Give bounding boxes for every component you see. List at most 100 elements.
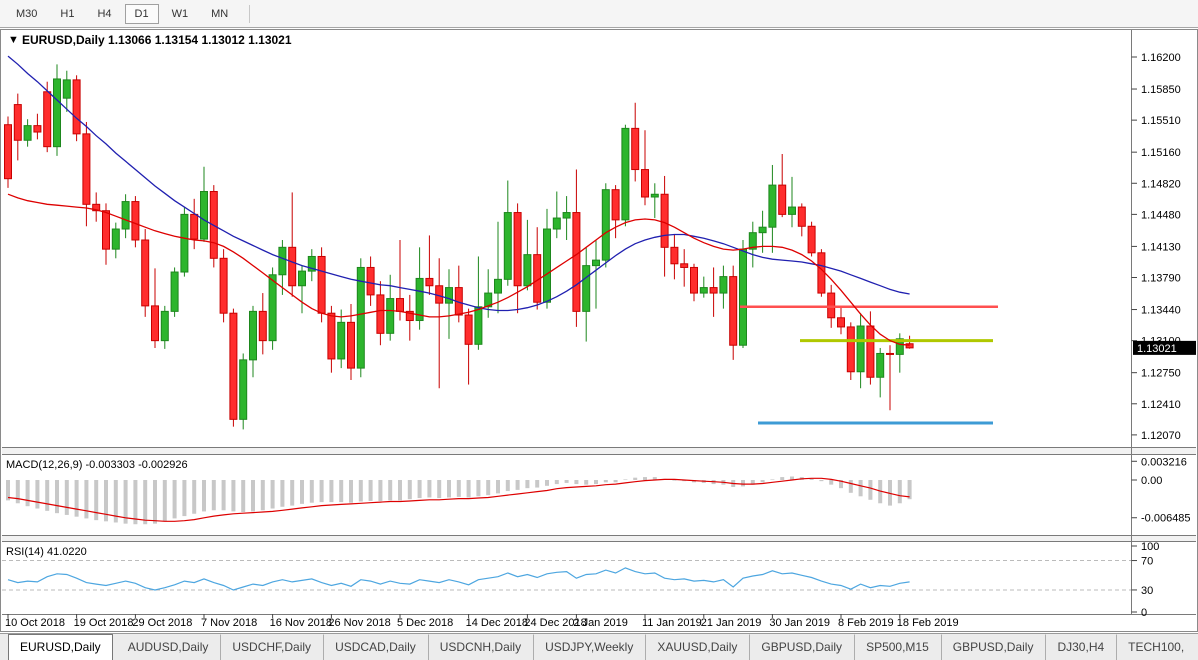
candle — [93, 192, 100, 221]
candle — [720, 266, 727, 309]
date-axis-label: 11 Jan 2019 — [642, 617, 702, 629]
macd-axis-label: 0.00 — [1141, 475, 1162, 487]
candle — [847, 322, 854, 380]
macd-histogram-bar — [300, 480, 304, 504]
timeframe-m30[interactable]: M30 — [6, 4, 47, 24]
tab-dj30-h4[interactable]: DJ30,H4 — [1045, 634, 1116, 660]
candle — [681, 249, 688, 287]
candle-body — [201, 192, 208, 240]
candle-body — [446, 288, 453, 304]
macd-histogram-bar — [94, 480, 98, 520]
macd-histogram-bar — [290, 480, 294, 506]
candle — [475, 256, 482, 349]
timeframe-h4[interactable]: H4 — [87, 4, 121, 24]
candle-body — [377, 295, 384, 333]
rsi-axis-label: 70 — [1141, 556, 1153, 568]
candle — [818, 249, 825, 297]
tab-usdcnh-daily[interactable]: USDCNH,Daily — [428, 634, 533, 660]
timeframe-mn[interactable]: MN — [201, 4, 238, 24]
candle-body — [877, 353, 884, 377]
candle — [34, 114, 41, 140]
candle-body — [838, 318, 845, 327]
macd-histogram-bar — [565, 480, 569, 483]
candle — [181, 207, 188, 277]
macd-histogram-bar — [84, 480, 88, 518]
candle-body — [230, 313, 237, 419]
macd-histogram-bar — [447, 480, 451, 497]
candle — [769, 165, 776, 253]
candle — [73, 75, 80, 141]
candle-body — [240, 360, 247, 419]
candle — [779, 154, 786, 217]
date-axis-label: 21 Jan 2019 — [701, 617, 762, 629]
macd-histogram-bar — [202, 480, 206, 511]
chart-labels: ▼EURUSD,Daily 1.13066 1.13154 1.13012 1.… — [6, 33, 1196, 558]
candle — [838, 308, 845, 335]
candle-body — [318, 256, 325, 313]
price-axis-label: 1.13790 — [1141, 273, 1181, 285]
macd-histogram-bar — [623, 479, 627, 480]
candle-body — [465, 315, 472, 344]
candle-body — [857, 326, 864, 372]
tab-sp500-m15[interactable]: SP500,M15 — [854, 634, 941, 660]
tab-usdchf-daily[interactable]: USDCHF,Daily — [220, 634, 323, 660]
tab-audusd-daily[interactable]: AUDUSD,Daily — [116, 634, 221, 660]
macd-histogram-bar — [163, 480, 167, 521]
candle — [524, 220, 531, 290]
candle — [112, 223, 119, 259]
macd-histogram-bar — [173, 480, 177, 518]
candle — [495, 222, 502, 314]
candle — [514, 203, 521, 313]
macd-histogram-bar — [418, 480, 422, 498]
candle — [122, 194, 129, 238]
chart-canvas[interactable]: 1.162001.158501.155101.151601.148201.144… — [0, 28, 1198, 633]
macd-histogram-bar — [849, 480, 853, 493]
macd-histogram-bar — [182, 480, 186, 516]
candle — [906, 336, 913, 349]
date-axis-label: 5 Dec 2018 — [397, 617, 453, 629]
tab-xauusd-daily[interactable]: XAUUSD,Daily — [645, 634, 749, 660]
price-axis-label: 1.12750 — [1141, 368, 1181, 380]
candle-body — [475, 307, 482, 345]
timeframe-w1[interactable]: W1 — [162, 4, 199, 24]
candle-body — [348, 322, 355, 368]
candle-body — [250, 311, 257, 359]
tab-eurusd-daily[interactable]: EURUSD,Daily — [8, 634, 113, 660]
tab-gbpusd-daily[interactable]: GBPUSD,Daily — [749, 634, 854, 660]
macd-histogram-bar — [310, 480, 314, 503]
candle — [220, 249, 227, 322]
macd-histogram-bar — [261, 480, 265, 510]
candle — [651, 183, 658, 218]
candle — [808, 222, 815, 257]
macd-histogram-bar — [496, 480, 500, 493]
macd-histogram-bar — [476, 480, 480, 496]
date-axis-label: 30 Jan 2019 — [769, 617, 830, 629]
candle-body — [847, 327, 854, 372]
date-axis-label: 2 Jan 2019 — [573, 617, 627, 629]
candle-body — [367, 267, 374, 294]
pane-splitter-2[interactable] — [2, 536, 1196, 541]
date-axis-label: 26 Nov 2018 — [328, 617, 390, 629]
date-axis-label: 29 Oct 2018 — [132, 617, 192, 629]
candle — [700, 277, 707, 298]
timeframe-toolbar: M30 H1 H4 D1 W1 MN — [0, 0, 1198, 28]
toolbar-separator — [249, 5, 250, 23]
rsi-pane — [2, 561, 1131, 590]
macd-histogram-bar — [574, 480, 578, 484]
candle-body — [63, 80, 70, 98]
candle — [612, 185, 619, 238]
timeframe-d1[interactable]: D1 — [125, 4, 159, 24]
tab-tech100[interactable]: TECH100, — [1116, 634, 1196, 660]
price-axis-label: 1.12410 — [1141, 399, 1181, 411]
timeframe-h1[interactable]: H1 — [50, 4, 84, 24]
symbol-collapse-icon[interactable]: ▼ — [8, 34, 19, 46]
candle-body — [279, 247, 286, 274]
candle-body — [553, 218, 560, 229]
candle — [691, 264, 698, 302]
tab-usd cad-daily[interactable]: USDCAD,Daily — [323, 634, 428, 660]
candle-body — [563, 213, 570, 218]
tab-gbpusd-daily-2[interactable]: GBPUSD,Daily — [941, 634, 1046, 660]
tab-usdjpy-weekly[interactable]: USDJPY,Weekly — [533, 634, 645, 660]
macd-histogram-bar — [868, 480, 872, 500]
pane-splitter-1[interactable] — [2, 448, 1196, 454]
